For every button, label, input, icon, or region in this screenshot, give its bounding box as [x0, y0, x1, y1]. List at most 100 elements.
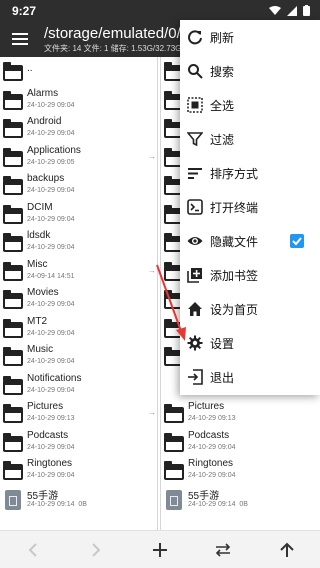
- list-item[interactable]: Ringtones 24-10-29 09:04: [161, 456, 320, 484]
- file-name: Pictures: [188, 401, 225, 412]
- file-name: Movies: [27, 287, 59, 298]
- menu-item-label: 设为首页: [210, 303, 259, 317]
- eye-icon: [187, 233, 203, 249]
- menu-item-search[interactable]: 搜索: [180, 54, 320, 88]
- menu-item-label: 退出: [210, 371, 235, 385]
- file-date: 24-10-29 09:04: [27, 330, 75, 337]
- file-name: Ringtones: [188, 458, 234, 469]
- menu-item-add-bookmark[interactable]: 添加书签: [180, 258, 320, 292]
- list-item[interactable]: Music 24-10-29 09:04: [0, 342, 157, 370]
- current-path[interactable]: /storage/emulated/0/: [44, 25, 181, 42]
- file-date: 24-10-29 09:04: [27, 472, 75, 479]
- status-bar: 9:27: [0, 0, 320, 22]
- menu-item-settings[interactable]: 设置: [180, 326, 320, 360]
- list-item[interactable]: DCIM 24-10-29 09:04: [0, 200, 157, 228]
- file-name: Music: [27, 344, 54, 355]
- list-item[interactable]: Misc 24-09-14 14:51 →: [0, 257, 157, 285]
- search-icon: [187, 63, 203, 79]
- link-arrow-icon: →: [148, 408, 156, 417]
- file-name: 55手游: [27, 491, 59, 502]
- list-item[interactable]: 55手游 24-10-29 09:14 0B: [161, 485, 320, 513]
- file-date: 24-10-29 09:04: [27, 102, 75, 109]
- menu-item-set-home[interactable]: 设为首页: [180, 292, 320, 326]
- wifi-icon: [269, 5, 281, 15]
- menu-item-refresh[interactable]: 刷新: [180, 20, 320, 54]
- file-name: Pictures: [27, 401, 64, 412]
- folder-icon: [3, 262, 23, 282]
- file-date: 24-10-29 09:04: [188, 472, 236, 479]
- hamburger-menu-icon[interactable]: [10, 30, 30, 48]
- file-name: DCIM: [27, 202, 53, 213]
- list-item[interactable]: Applications 24-10-29 09:05 →: [0, 143, 157, 171]
- folder-icon: [3, 319, 23, 339]
- file-date: 24-10-29 09:05: [27, 159, 75, 166]
- list-item[interactable]: MT2 24-10-29 09:04: [0, 314, 157, 342]
- menu-item-hidden-files[interactable]: 隐藏文件: [180, 224, 320, 258]
- list-item[interactable]: backups 24-10-29 09:04: [0, 171, 157, 199]
- sort-icon: [187, 165, 203, 181]
- home-icon: [187, 301, 203, 317]
- folder-icon: [164, 461, 184, 481]
- list-item[interactable]: ldsdk 24-10-29 09:04: [0, 228, 157, 256]
- list-item[interactable]: Android 24-10-29 09:04: [0, 114, 157, 142]
- folder-icon: [3, 461, 23, 481]
- menu-item-exit[interactable]: 退出: [180, 360, 320, 394]
- folder-icon: [3, 119, 23, 139]
- folder-icon: [3, 347, 23, 367]
- forward-arrow-icon[interactable]: [85, 539, 107, 561]
- list-item[interactable]: Movies 24-10-29 09:04: [0, 285, 157, 313]
- menu-item-label: 全选: [210, 99, 235, 113]
- file-date: 24-10-29 09:04: [27, 387, 75, 394]
- menu-item-label: 隐藏文件: [210, 235, 259, 249]
- menu-item-sort[interactable]: 排序方式: [180, 156, 320, 190]
- refresh-icon: [187, 29, 203, 45]
- file-icon: [164, 490, 184, 510]
- hidden-files-checkbox[interactable]: [290, 234, 304, 248]
- list-item[interactable]: Pictures 24-10-29 09:13 →: [0, 399, 157, 427]
- file-date: 24-10-29 09:04: [27, 244, 75, 251]
- file-date: 24-10-29 09:13: [27, 415, 75, 422]
- swap-icon[interactable]: [212, 539, 234, 561]
- filter-icon: [187, 131, 203, 147]
- file-name: Applications: [27, 145, 81, 156]
- folder-icon: [3, 290, 23, 310]
- folder-icon: [3, 176, 23, 196]
- file-name: Ringtones: [27, 458, 73, 469]
- list-item[interactable]: Pictures 24-10-29 09:13: [161, 399, 320, 427]
- link-arrow-icon: →: [148, 152, 156, 161]
- select-all-icon: [187, 97, 203, 113]
- file-size: 0B: [239, 501, 248, 508]
- back-arrow-icon[interactable]: [22, 539, 44, 561]
- file-date-size: 24-10-29 09:14 0B: [188, 501, 248, 508]
- file-date: 24-10-29 09:04: [27, 301, 75, 308]
- file-icon: [3, 490, 23, 510]
- gear-icon: [187, 335, 203, 351]
- add-icon[interactable]: [149, 539, 171, 561]
- menu-item-filter[interactable]: 过滤: [180, 122, 320, 156]
- folder-info: 文件夹: 14 文件: 1 储存: 1.53G/32.73G: [44, 44, 182, 53]
- file-name: Podcasts: [27, 430, 69, 441]
- file-date: 24-10-29 09:14: [188, 501, 236, 508]
- list-item[interactable]: Podcasts 24-10-29 09:04: [161, 428, 320, 456]
- folder-icon: [3, 376, 23, 396]
- list-item[interactable]: 55手游 24-10-29 09:14 0B: [0, 485, 157, 513]
- up-arrow-icon[interactable]: [276, 539, 298, 561]
- folder-icon: [3, 205, 23, 225]
- bottom-action-bar: [0, 530, 320, 568]
- menu-item-select-all[interactable]: 全选: [180, 88, 320, 122]
- file-name: Podcasts: [188, 430, 230, 441]
- folder-icon: [164, 433, 184, 453]
- list-item[interactable]: Podcasts 24-10-29 09:04: [0, 428, 157, 456]
- file-date: 24-10-29 09:04: [27, 216, 75, 223]
- menu-item-terminal[interactable]: 打开终端: [180, 190, 320, 224]
- status-time: 9:27: [12, 4, 37, 18]
- list-item[interactable]: Ringtones 24-10-29 09:04: [0, 456, 157, 484]
- list-item[interactable]: Alarms 24-10-29 09:04: [0, 86, 157, 114]
- parent-dir-row[interactable]: ..: [0, 57, 157, 85]
- menu-item-label: 过滤: [210, 133, 235, 147]
- status-icons: [269, 5, 310, 16]
- file-name: 55手游: [188, 491, 220, 502]
- file-date-size: 24-10-29 09:14 0B: [27, 501, 87, 508]
- list-item[interactable]: Notifications 24-10-29 09:04: [0, 371, 157, 399]
- file-date: 24-09-14 14:51: [27, 273, 75, 280]
